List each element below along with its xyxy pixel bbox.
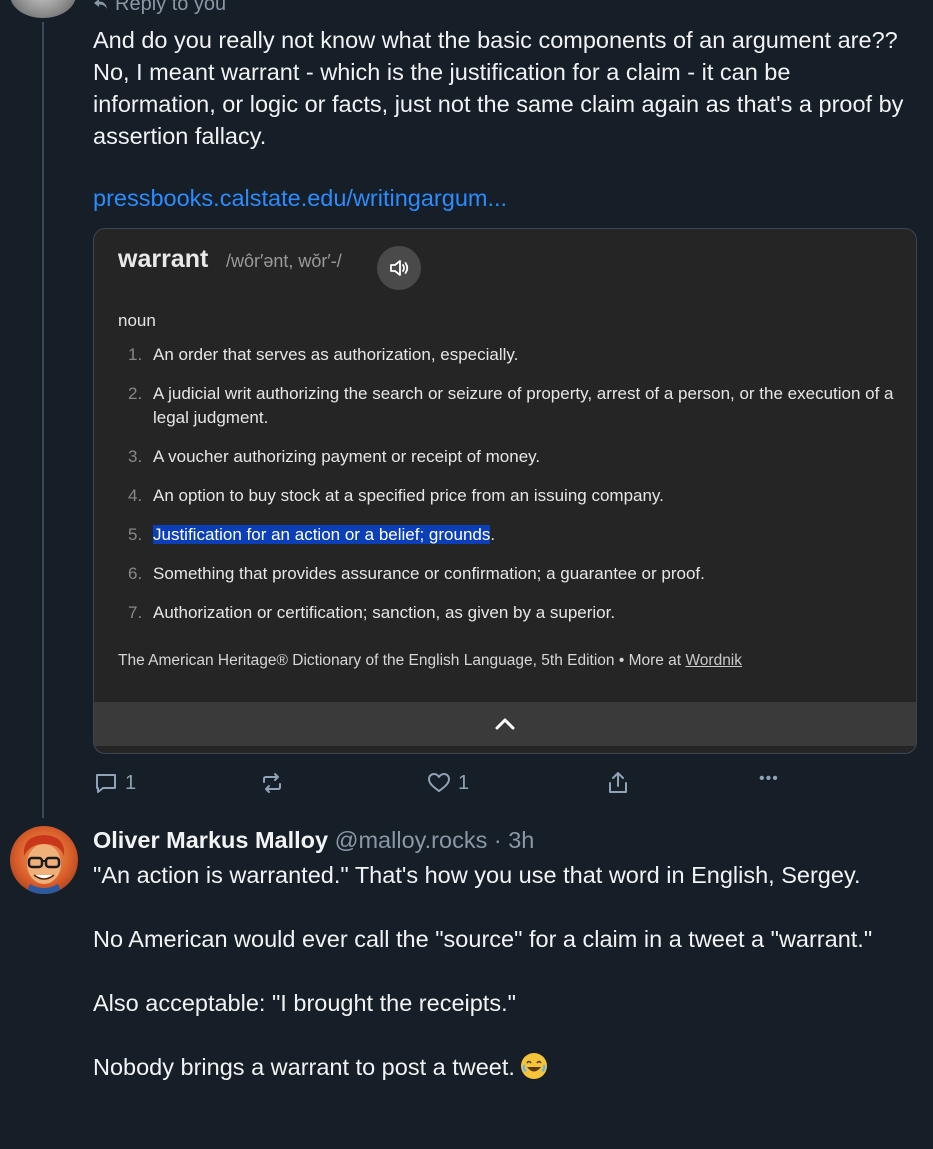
share-button[interactable] [605,770,631,796]
highlighted-text: Justification for an action or a belief;… [153,525,491,544]
definition-number: 2. [128,384,143,403]
definition-text: An option to buy stock at a specified pr… [153,486,664,505]
definition-number: 6. [128,564,143,583]
source-title: The American Heritage® Dictionary of the… [118,652,615,669]
definition-item: 3. A voucher authorizing payment or recei… [118,445,898,469]
source-separator: • [618,652,629,669]
repost-button[interactable] [259,770,285,796]
definition-item: 1. An order that serves as authorization,… [118,343,898,367]
more-icon: ••• [759,770,779,787]
dictionary-source: The American Heritage® Dictionary of the… [118,652,742,670]
reply-indicator-label: Reply to you [115,0,227,15]
author-avatar[interactable] [10,826,78,894]
speaker-icon [390,260,409,276]
definition-number: 3. [128,447,143,466]
post-author-line: Oliver Markus Malloy @malloy.rocks · 3h [93,824,534,856]
post-link[interactable]: pressbooks.calstate.edu/writingargum... [93,182,507,214]
post-action-bar: 1 1 ••• [93,770,793,802]
definition-item: 2. A judicial writ authorizing the search… [118,382,898,430]
author-handle[interactable]: @malloy.rocks [335,827,488,853]
definition-text: A voucher authorizing payment or receipt… [153,447,541,466]
comment-icon [96,774,116,793]
laughing-emoji-icon [521,1053,548,1079]
definition-text: Something that provides assurance or con… [153,564,705,583]
definition-text: A judicial writ authorizing the search o… [153,384,894,427]
dictionary-word: warrant [118,245,209,273]
more-at-label: More at [628,652,682,669]
author-avatar-image [23,835,65,894]
previous-author-avatar[interactable] [10,0,76,18]
link-embed-card[interactable]: warrant /wôr′ənt, wŏr′-/ noun 1. An order… [93,228,917,754]
definition-text-suffix: . [490,525,496,544]
like-button[interactable]: 1 [426,770,469,796]
definition-item: 7. Authorization or certification; sancti… [118,601,898,625]
wordnik-link[interactable]: Wordnik [685,652,742,669]
definition-item: 4. An option to buy stock at a specified … [118,484,898,508]
definition-number: 5. [128,525,143,544]
definition-text: An order that serves as authorization, e… [153,345,519,364]
reply-body: "An action is warranted." That's how you… [93,859,918,1083]
post-body: And do you really not know what the basi… [93,27,911,149]
definition-number: 4. [128,486,143,505]
definition-item: 6. Something that provides assurance or c… [118,562,898,586]
post-time[interactable]: 3h [508,827,534,853]
part-of-speech: noun [118,311,156,330]
pronunciation-audio-button[interactable] [377,246,421,290]
meta-separator: · [487,827,509,853]
definition-number: 7. [128,603,143,622]
collapse-button[interactable] [94,702,916,746]
definition-number: 1. [128,345,143,364]
heart-icon [428,773,450,792]
definition-item-highlighted: 5. Justification for an action or a belie… [118,523,898,547]
more-options-button[interactable]: ••• [759,770,779,788]
author-name[interactable]: Oliver Markus Malloy [93,827,328,853]
reply-arrow-icon [94,0,107,9]
like-count: 1 [458,771,470,794]
share-icon [609,772,627,793]
reply-text: "An action is warranted." That's how you… [93,862,873,1080]
definition-text: Authorization or certification; sanction… [153,603,616,622]
reply-indicator: Reply to you [93,0,226,14]
repost-icon [263,773,281,793]
thread-connector-line [42,22,44,818]
reply-button[interactable]: 1 [93,770,136,796]
chevron-up-icon [495,718,515,730]
definition-list: 1. An order that serves as authorization,… [118,343,898,640]
reply-count: 1 [125,771,137,794]
dictionary-pronunciation: /wôr′ənt, wŏr′-/ [226,251,342,271]
